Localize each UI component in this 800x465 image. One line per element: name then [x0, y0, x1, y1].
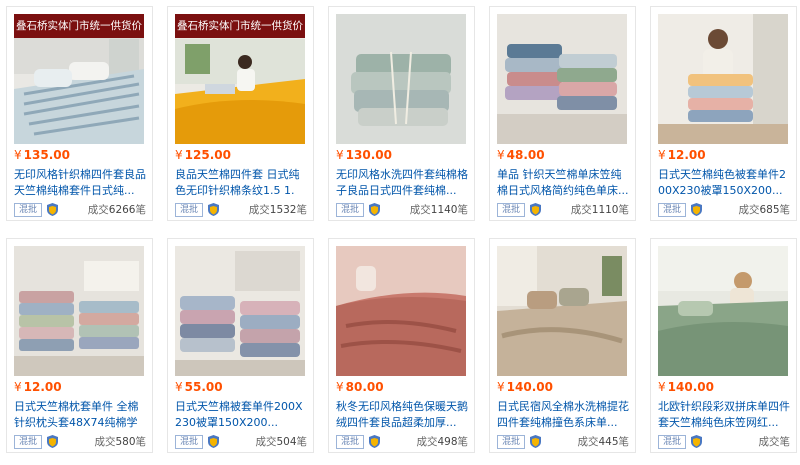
promo-banner: 叠石桥实体门市统一供货价 — [14, 14, 144, 38]
sales-count: 成交6266笔 — [87, 204, 146, 216]
mixed-batch-tag[interactable]: 混批 — [14, 435, 42, 449]
product-title-link[interactable]: 无印风格水洗四件套纯棉格子良品日式四件套纯棉... — [336, 167, 468, 199]
product-meta: 混批 成交445笔 — [497, 435, 629, 449]
shield-icon[interactable] — [691, 435, 702, 448]
product-price: ¥140.00 — [497, 380, 553, 394]
sales-count: 成交685笔 — [738, 204, 790, 216]
product-meta: 混批 成交1532笔 — [175, 203, 307, 217]
product-price: ¥130.00 — [336, 148, 392, 162]
sales-count: 成交1532笔 — [248, 204, 307, 216]
shield-icon[interactable] — [530, 435, 541, 448]
product-image[interactable] — [658, 246, 788, 376]
shield-icon[interactable] — [691, 203, 702, 216]
product-image[interactable] — [175, 246, 305, 376]
product-title-link[interactable]: 秋冬无印风格纯色保暖天鹅绒四件套良品超柔加厚... — [336, 399, 468, 431]
product-card[interactable]: 叠石桥实体门市统一供货价 ¥135.00 无印风格针织棉四件套良品天竺棉纯棉套件… — [6, 6, 153, 221]
product-meta: 混批 成交6266笔 — [14, 203, 146, 217]
sales-count: 成交1140笔 — [409, 204, 468, 216]
product-meta: 混批 成交1140笔 — [336, 203, 468, 217]
product-meta: 混批 成交498笔 — [336, 435, 468, 449]
product-price: ¥12.00 — [658, 148, 706, 162]
sales-count: 成交445笔 — [577, 436, 629, 448]
product-title-link[interactable]: 日式天竺棉被套单件200X230被罩150X200... — [175, 399, 307, 431]
product-card[interactable]: ¥80.00 秋冬无印风格纯色保暖天鹅绒四件套良品超柔加厚... 混批 成交49… — [328, 238, 475, 453]
product-image[interactable]: 叠石桥实体门市统一供货价 — [14, 14, 144, 144]
product-meta: 混批 成交1110笔 — [497, 203, 629, 217]
product-card[interactable]: ¥140.00 日式民宿风全棉水洗棉提花四件套纯棉撞色系床单... 混批 成交4… — [489, 238, 636, 453]
product-card[interactable]: ¥48.00 单品 针织天竺棉单床笠纯棉日式风格简约纯色单床... 混批 成交1… — [489, 6, 636, 221]
promo-banner: 叠石桥实体门市统一供货价 — [175, 14, 305, 38]
product-price: ¥12.00 — [14, 380, 62, 394]
folded-colored-sheets-photo — [497, 14, 627, 144]
product-image[interactable] — [14, 246, 144, 376]
pillowcase-stacks-photo — [14, 246, 144, 376]
shield-icon[interactable] — [47, 435, 58, 448]
product-card[interactable]: ¥130.00 无印风格水洗四件套纯棉格子良品日式四件套纯棉... 混批 成交1… — [328, 6, 475, 221]
product-price: ¥80.00 — [336, 380, 384, 394]
product-title-link[interactable]: 日式天竺棉纯色被套单件200X230被罩150X200... — [658, 167, 790, 199]
product-title-link[interactable]: 单品 针织天竺棉单床笠纯棉日式风格简约纯色单床... — [497, 167, 629, 199]
product-meta: 混批 成交580笔 — [14, 435, 146, 449]
product-meta: 混批 成交504笔 — [175, 435, 307, 449]
product-card[interactable]: ¥12.00 日式天竺棉枕套单件 全棉针织枕头套48X74纯棉学生... 混批 … — [6, 238, 153, 453]
product-title-link[interactable]: 无印风格针织棉四件套良品天竺棉纯棉套件日式纯... — [14, 167, 146, 199]
product-card[interactable]: 叠石桥实体门市统一供货价 ¥125.00 良品天竺棉四件套 日式纯色无印针织棉条… — [167, 6, 314, 221]
shield-icon[interactable] — [208, 203, 219, 216]
product-title-link[interactable]: 北欧针织段彩双拼床单四件套天竺棉纯色床笠网红... — [658, 399, 790, 431]
beige-bedroom-photo — [497, 246, 627, 376]
product-image[interactable] — [497, 246, 627, 376]
pink-velvet-bedding-photo — [336, 246, 466, 376]
product-price: ¥140.00 — [658, 380, 714, 394]
product-card[interactable]: ¥12.00 日式天竺棉纯色被套单件200X230被罩150X200... 混批… — [650, 6, 797, 221]
product-grid: 叠石桥实体门市统一供货价 ¥135.00 无印风格针织棉四件套良品天竺棉纯棉套件… — [0, 0, 800, 465]
sales-count: 成交1110笔 — [570, 204, 629, 216]
product-image[interactable] — [336, 14, 466, 144]
sales-count: 成交580笔 — [94, 436, 146, 448]
mixed-batch-tag[interactable]: 混批 — [175, 435, 203, 449]
product-title-link[interactable]: 良品天竺棉四件套 日式纯色无印针织棉条纹1.5 1.8... — [175, 167, 307, 199]
green-bedding-woman-photo — [658, 246, 788, 376]
product-image[interactable] — [497, 14, 627, 144]
product-card[interactable]: ¥140.00 北欧针织段彩双拼床单四件套天竺棉纯色床笠网红... 混批 成交笔 — [650, 238, 797, 453]
mixed-batch-tag[interactable]: 混批 — [658, 435, 686, 449]
shield-icon[interactable] — [530, 203, 541, 216]
shield-icon[interactable] — [369, 435, 380, 448]
shield-icon[interactable] — [208, 435, 219, 448]
sales-count: 成交笔 — [758, 436, 791, 448]
mixed-batch-tag[interactable]: 混批 — [336, 435, 364, 449]
product-image[interactable] — [658, 14, 788, 144]
product-image[interactable] — [336, 246, 466, 376]
mixed-batch-tag[interactable]: 混批 — [175, 203, 203, 217]
mixed-batch-tag[interactable]: 混批 — [14, 203, 42, 217]
shield-icon[interactable] — [369, 203, 380, 216]
product-price: ¥125.00 — [175, 148, 231, 162]
product-title-link[interactable]: 日式民宿风全棉水洗棉提花四件套纯棉撞色系床单... — [497, 399, 629, 431]
shield-icon[interactable] — [47, 203, 58, 216]
product-image[interactable]: 叠石桥实体门市统一供货价 — [175, 14, 305, 144]
product-price: ¥48.00 — [497, 148, 545, 162]
sales-count: 成交504笔 — [255, 436, 307, 448]
woman-holding-linens-photo — [658, 14, 788, 144]
folded-linen-stack-photo — [336, 14, 466, 144]
striped-duvet-stacks-photo — [175, 246, 305, 376]
mixed-batch-tag[interactable]: 混批 — [336, 203, 364, 217]
product-price: ¥135.00 — [14, 148, 70, 162]
mixed-batch-tag[interactable]: 混批 — [658, 203, 686, 217]
product-card[interactable]: ¥55.00 日式天竺棉被套单件200X230被罩150X200... 混批 成… — [167, 238, 314, 453]
product-price: ¥55.00 — [175, 380, 223, 394]
product-meta: 混批 成交685笔 — [658, 203, 790, 217]
mixed-batch-tag[interactable]: 混批 — [497, 203, 525, 217]
sales-count: 成交498笔 — [416, 436, 468, 448]
product-title-link[interactable]: 日式天竺棉枕套单件 全棉针织枕头套48X74纯棉学生... — [14, 399, 146, 431]
product-meta: 混批 成交笔 — [658, 435, 790, 449]
mixed-batch-tag[interactable]: 混批 — [497, 435, 525, 449]
